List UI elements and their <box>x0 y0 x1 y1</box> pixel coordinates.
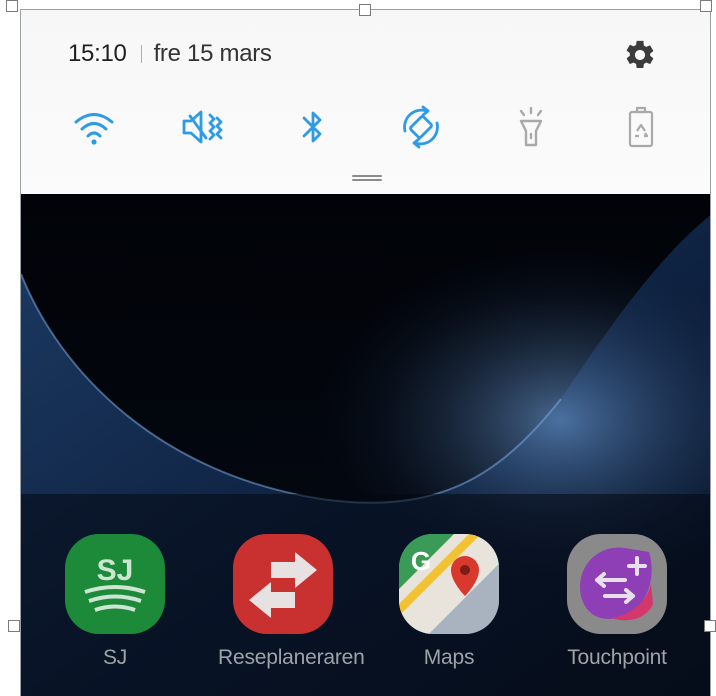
sound-toggle[interactable] <box>179 103 227 151</box>
app-maps[interactable]: G Maps <box>384 534 514 670</box>
selection-handle-top-center[interactable] <box>359 4 371 16</box>
selection-handle-top-right[interactable] <box>700 0 712 12</box>
power-saving-toggle[interactable] <box>617 103 665 151</box>
app-label-touchpoint: Touchpoint <box>567 646 667 669</box>
svg-text:SJ: SJ <box>97 554 134 587</box>
quick-settings-row <box>21 103 710 151</box>
selection-handle-middle-left[interactable] <box>8 620 20 632</box>
sj-app-icon: SJ <box>65 534 165 634</box>
app-touchpoint[interactable]: Touchpoint <box>552 534 682 670</box>
settings-gear-icon[interactable] <box>623 38 657 72</box>
home-app-row: SJ SJ Reseplaneraren G Maps Touchpoint <box>21 534 710 674</box>
app-sj[interactable]: SJ SJ <box>50 534 180 670</box>
bluetooth-toggle[interactable] <box>289 103 337 151</box>
panel-drag-handle[interactable] <box>352 175 382 181</box>
quick-settings-panel: 15:10 fre 15 mars <box>21 10 710 194</box>
auto-rotate-icon <box>403 105 439 149</box>
app-reseplaneraren[interactable]: Reseplaneraren <box>218 534 365 670</box>
app-label-maps: Maps <box>423 646 475 669</box>
selection-handle-middle-right[interactable] <box>704 620 716 632</box>
battery-recycle-icon <box>628 106 654 148</box>
reseplaneraren-app-icon <box>233 534 333 634</box>
app-label-reseplaneraren: Reseplaneraren <box>218 646 365 669</box>
wifi-toggle[interactable] <box>70 103 118 151</box>
auto-rotate-toggle[interactable] <box>397 103 445 151</box>
vibrate-mute-icon <box>182 110 223 144</box>
maps-app-icon: G <box>399 534 499 634</box>
bluetooth-icon <box>302 111 322 143</box>
datetime-separator <box>140 45 142 63</box>
flashlight-toggle[interactable] <box>507 103 555 151</box>
clock-time: 15:10 <box>68 40 127 67</box>
screenshot-canvas: 15:10 fre 15 mars SJ SJ Reseplaneraren G… <box>0 0 716 696</box>
home-wallpaper: SJ SJ Reseplaneraren G Maps Touchpoint <box>21 194 710 696</box>
flashlight-icon <box>519 106 543 147</box>
status-datetime: 15:10 fre 15 mars <box>68 40 272 68</box>
svg-text:G: G <box>411 546 431 576</box>
touchpoint-app-icon <box>567 534 667 634</box>
wifi-icon <box>74 113 114 145</box>
clock-date[interactable]: fre 15 mars <box>154 40 272 68</box>
phone-screen: 15:10 fre 15 mars SJ SJ Reseplaneraren G… <box>20 9 711 696</box>
app-label-sj: SJ <box>102 646 128 669</box>
selection-handle-top-left[interactable] <box>6 0 18 12</box>
